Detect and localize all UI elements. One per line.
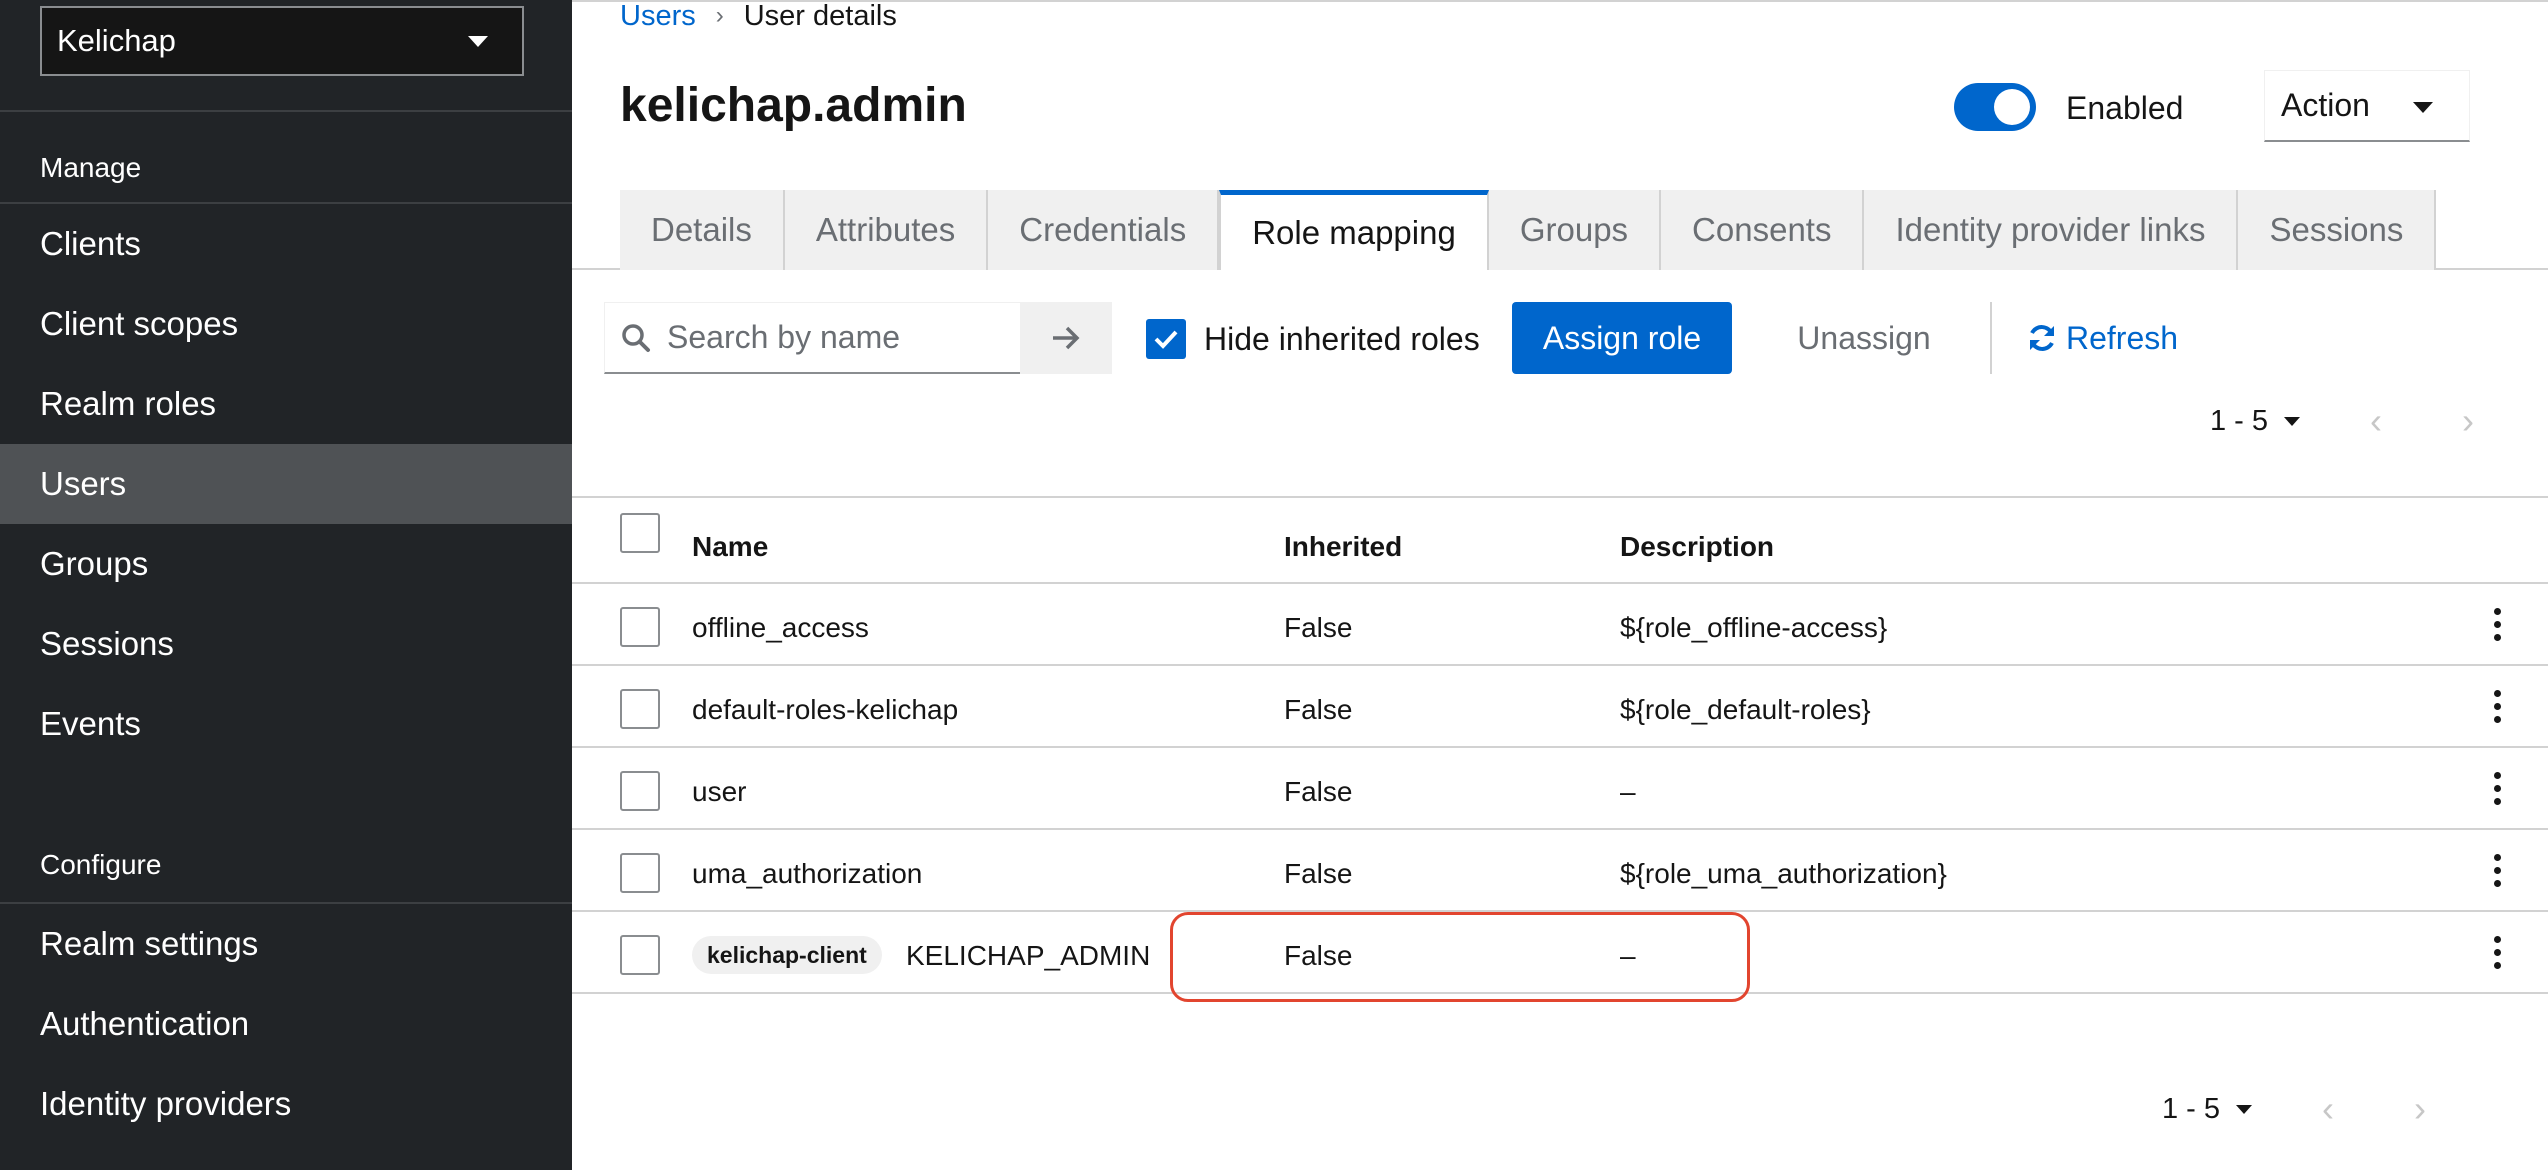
kebab-menu-icon[interactable] bbox=[2494, 608, 2502, 642]
kebab-menu-icon[interactable] bbox=[2494, 690, 2502, 724]
tab-details[interactable]: Details bbox=[620, 190, 785, 270]
row-checkbox[interactable] bbox=[620, 935, 660, 975]
sidebar-section-manage: Manage bbox=[40, 152, 142, 183]
role-description: ${role_default-roles} bbox=[1620, 694, 1871, 725]
next-page-icon[interactable]: › bbox=[2414, 1088, 2426, 1130]
role-name: user bbox=[692, 776, 747, 807]
checkmark-icon bbox=[1154, 330, 1178, 349]
row-checkbox[interactable] bbox=[620, 853, 660, 893]
toolbar-divider bbox=[1990, 302, 1992, 374]
role-inherited: False bbox=[1284, 776, 1353, 807]
table-divider bbox=[572, 496, 2548, 498]
main-content: Users › User details kelichap.admin Enab… bbox=[572, 0, 2548, 1170]
sidebar-section-configure: Configure bbox=[40, 849, 162, 880]
action-dropdown[interactable]: Action bbox=[2264, 70, 2470, 142]
kebab-menu-icon[interactable] bbox=[2494, 772, 2502, 806]
pagination-range-toggle[interactable]: 1 - 5 bbox=[2162, 1092, 2253, 1126]
role-description: – bbox=[1620, 776, 1636, 807]
row-divider bbox=[572, 746, 2548, 748]
role-description: ${role_offline-access} bbox=[1620, 612, 1888, 643]
column-header-description: Description bbox=[1620, 531, 1775, 562]
search-icon bbox=[622, 323, 650, 352]
client-badge: kelichap-client bbox=[692, 936, 882, 974]
tab-consents[interactable]: Consents bbox=[1661, 190, 1865, 270]
tab-attributes[interactable]: Attributes bbox=[784, 190, 989, 270]
sidebar-item-groups[interactable]: Groups bbox=[0, 524, 572, 604]
highlight-annotation bbox=[1170, 912, 1750, 1002]
row-divider bbox=[572, 828, 2548, 830]
page-title: kelichap.admin bbox=[620, 79, 967, 132]
pagination-range-toggle[interactable]: 1 - 5 bbox=[2210, 404, 2301, 438]
toggle-knob bbox=[1994, 89, 2030, 125]
pagination-range: 1 - 5 bbox=[2210, 404, 2269, 437]
role-name: uma_authorization bbox=[692, 858, 923, 889]
refresh-label: Refresh bbox=[2066, 319, 2179, 356]
role-inherited: False bbox=[1284, 858, 1353, 889]
unassign-button[interactable]: Unassign bbox=[1760, 302, 1968, 374]
next-page-icon[interactable]: › bbox=[2462, 400, 2474, 442]
sidebar-item-authentication[interactable]: Authentication bbox=[0, 984, 572, 1064]
pagination-bottom: 1 - 5 ‹ › bbox=[2162, 1088, 2426, 1130]
row-checkbox[interactable] bbox=[620, 689, 660, 729]
sidebar-item-clients[interactable]: Clients bbox=[0, 204, 572, 284]
kebab-menu-icon[interactable] bbox=[2494, 854, 2502, 888]
sidebar: Kelichap Manage Clients Client scopes Re… bbox=[0, 0, 572, 1170]
sidebar-item-client-scopes[interactable]: Client scopes bbox=[0, 284, 572, 364]
search-submit-button[interactable] bbox=[1020, 302, 1112, 374]
refresh-icon bbox=[2030, 325, 2054, 351]
tab-role-mapping[interactable]: Role mapping bbox=[1219, 190, 1489, 270]
breadcrumb: Users › User details bbox=[620, 0, 897, 32]
caret-down-icon bbox=[2413, 102, 2433, 113]
arrow-right-icon bbox=[1053, 326, 1080, 350]
enabled-label: Enabled bbox=[2066, 90, 2184, 126]
caret-down-icon bbox=[2284, 416, 2301, 426]
sidebar-item-events[interactable]: Events bbox=[0, 684, 572, 764]
select-all-checkbox[interactable] bbox=[620, 513, 660, 553]
tab-sessions[interactable]: Sessions bbox=[2238, 190, 2437, 270]
sidebar-item-users[interactable]: Users bbox=[0, 444, 572, 524]
caret-down-icon bbox=[468, 35, 488, 47]
search-input[interactable] bbox=[667, 319, 1007, 356]
tab-credentials[interactable]: Credentials bbox=[988, 190, 1220, 270]
row-checkbox[interactable] bbox=[620, 771, 660, 811]
row-checkbox[interactable] bbox=[620, 607, 660, 647]
realm-selector-label: Kelichap bbox=[57, 23, 176, 58]
role-inherited: False bbox=[1284, 612, 1353, 643]
sidebar-item-sessions[interactable]: Sessions bbox=[0, 604, 572, 684]
role-name: offline_access bbox=[692, 612, 869, 643]
assign-role-button[interactable]: Assign role bbox=[1512, 302, 1732, 374]
sidebar-divider bbox=[0, 110, 572, 112]
tab-bar: Details Attributes Credentials Role mapp… bbox=[620, 190, 2437, 270]
tab-identity-provider-links[interactable]: Identity provider links bbox=[1864, 190, 2239, 270]
action-dropdown-label: Action bbox=[2281, 87, 2370, 123]
sidebar-item-realm-roles[interactable]: Realm roles bbox=[0, 364, 572, 444]
caret-down-icon bbox=[2236, 1104, 2253, 1114]
sidebar-item-realm-settings[interactable]: Realm settings bbox=[0, 904, 572, 984]
role-name: default-roles-kelichap bbox=[692, 694, 959, 725]
hide-inherited-checkbox[interactable] bbox=[1146, 319, 1186, 359]
prev-page-icon[interactable]: ‹ bbox=[2370, 400, 2382, 442]
column-header-name[interactable]: Name bbox=[692, 531, 768, 563]
chevron-right-icon: › bbox=[715, 2, 724, 29]
hide-inherited-label: Hide inherited roles bbox=[1204, 321, 1480, 357]
prev-page-icon[interactable]: ‹ bbox=[2322, 1088, 2334, 1130]
realm-selector[interactable]: Kelichap bbox=[40, 6, 524, 76]
refresh-button[interactable]: Refresh bbox=[2026, 302, 2178, 374]
sidebar-item-identity-providers[interactable]: Identity providers bbox=[0, 1064, 572, 1144]
column-header-inherited: Inherited bbox=[1284, 531, 1403, 562]
search-box bbox=[604, 302, 1020, 374]
role-name: KELICHAP_ADMIN bbox=[906, 940, 1151, 971]
enabled-toggle[interactable] bbox=[1954, 83, 2036, 131]
role-inherited: False bbox=[1284, 694, 1353, 725]
role-description: ${role_uma_authorization} bbox=[1620, 858, 1947, 889]
pagination-top: 1 - 5 ‹ › bbox=[2210, 400, 2474, 442]
breadcrumb-users-link[interactable]: Users bbox=[620, 0, 696, 33]
tab-groups[interactable]: Groups bbox=[1488, 190, 1662, 270]
row-divider bbox=[572, 664, 2548, 666]
breadcrumb-current: User details bbox=[743, 0, 897, 32]
pagination-range: 1 - 5 bbox=[2162, 1092, 2221, 1125]
kebab-menu-icon[interactable] bbox=[2494, 936, 2502, 970]
row-divider bbox=[572, 582, 2548, 584]
